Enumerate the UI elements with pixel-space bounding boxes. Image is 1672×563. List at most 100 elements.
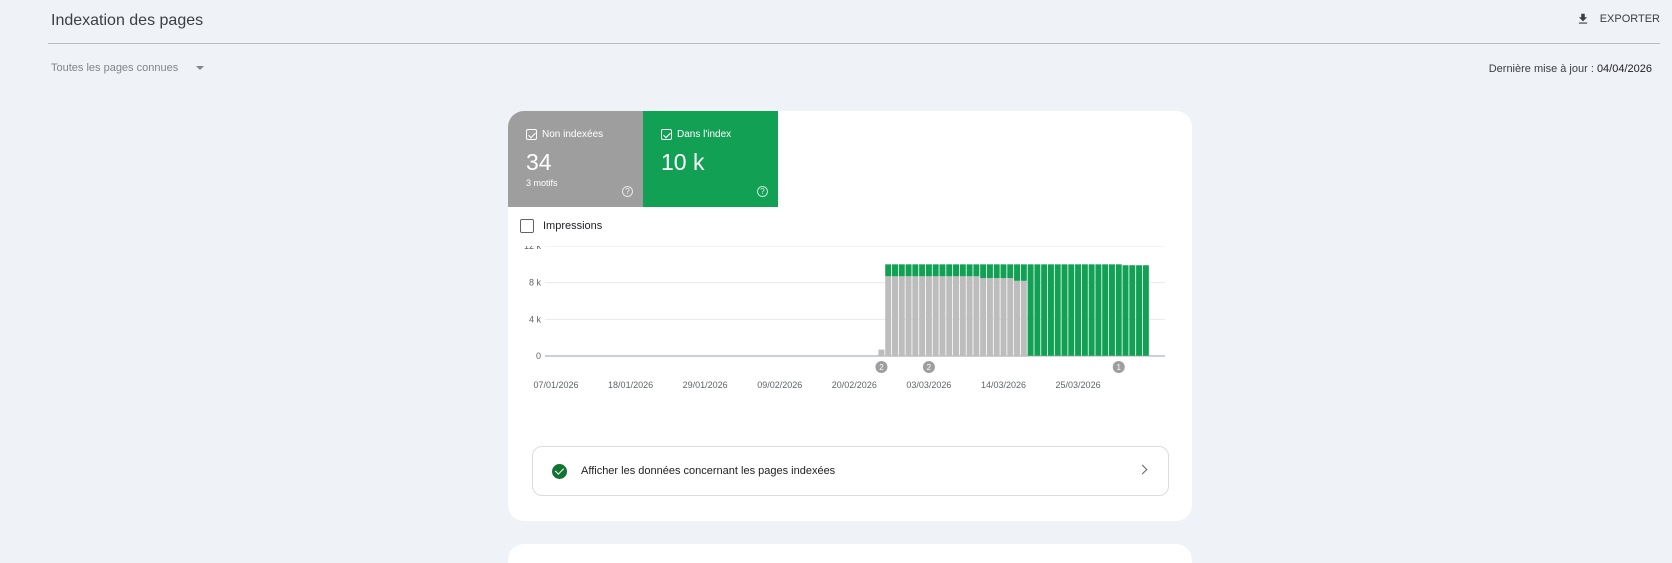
bar-indexed xyxy=(1047,264,1054,356)
bar-not-indexed xyxy=(1122,355,1129,357)
bar-not-indexed xyxy=(1136,355,1143,357)
bar-indexed xyxy=(986,264,993,279)
bar-not-indexed xyxy=(939,276,946,356)
bar-not-indexed xyxy=(905,276,912,356)
bar-not-indexed xyxy=(1088,355,1095,357)
checkbox-unchecked-icon[interactable] xyxy=(520,219,534,233)
bar-indexed xyxy=(966,264,973,277)
bar-indexed xyxy=(1000,264,1007,279)
check-circle-icon xyxy=(552,463,567,479)
bar-indexed xyxy=(1054,264,1061,356)
tile-sub: 3 motifs xyxy=(526,178,558,188)
filter-label: Toutes les pages connues xyxy=(51,62,179,74)
bar-not-indexed xyxy=(986,278,993,356)
bar-not-indexed xyxy=(1095,355,1102,357)
pages-filter-dropdown[interactable]: Toutes les pages connues xyxy=(51,62,205,74)
bar-indexed xyxy=(1142,265,1149,356)
bar-indexed xyxy=(919,264,926,277)
bar-not-indexed xyxy=(1041,355,1048,357)
bar-indexed xyxy=(939,264,946,277)
bar-not-indexed xyxy=(1142,355,1149,357)
checkbox-checked-icon[interactable] xyxy=(661,129,672,140)
bar-indexed xyxy=(892,264,898,277)
bar-indexed xyxy=(993,264,1000,279)
bar-indexed xyxy=(1122,265,1129,356)
help-icon[interactable]: ? xyxy=(622,186,633,197)
bar-not-indexed xyxy=(878,349,885,356)
bar-not-indexed xyxy=(959,276,966,356)
bar-indexed xyxy=(959,264,966,277)
header-divider xyxy=(48,43,1660,44)
bar-not-indexed xyxy=(1047,355,1054,357)
secondary-card xyxy=(508,544,1192,563)
bar-indexed xyxy=(932,264,939,277)
bar-not-indexed xyxy=(919,276,926,356)
bar-not-indexed xyxy=(1054,355,1061,357)
x-tick-label: 18/01/2026 xyxy=(608,380,653,390)
bar-not-indexed xyxy=(898,276,905,356)
bar-indexed xyxy=(1068,264,1075,356)
bar-not-indexed xyxy=(1007,278,1014,356)
bar-not-indexed xyxy=(966,276,973,356)
x-tick-label: 14/03/2026 xyxy=(981,380,1026,390)
bar-not-indexed xyxy=(1027,355,1034,357)
bar-not-indexed xyxy=(1075,355,1082,357)
bar-indexed xyxy=(1095,264,1102,356)
bar-indexed xyxy=(905,264,912,277)
bar-not-indexed xyxy=(1014,280,1021,356)
bar-not-indexed xyxy=(932,276,939,356)
x-tick-label: 09/02/2026 xyxy=(757,380,802,390)
bar-not-indexed xyxy=(1068,355,1075,357)
view-indexed-pages-link[interactable]: Afficher les données concernant les page… xyxy=(532,446,1169,496)
help-icon[interactable]: ? xyxy=(757,186,768,197)
tile-indexed[interactable]: Dans l'index 10 k ? xyxy=(643,111,778,207)
bar-not-indexed xyxy=(980,278,987,356)
bar-indexed xyxy=(1061,264,1068,356)
bar-not-indexed xyxy=(1108,355,1115,357)
bar-not-indexed xyxy=(1034,355,1041,357)
link-label: Afficher les données concernant les page… xyxy=(581,465,836,477)
x-tick-label: 03/03/2026 xyxy=(906,380,951,390)
bar-indexed xyxy=(1108,264,1115,356)
y-tick-label: 8 k xyxy=(529,278,542,288)
chevron-right-icon xyxy=(1137,464,1148,475)
bar-indexed xyxy=(973,264,980,277)
impressions-toggle[interactable]: Impressions xyxy=(520,219,602,233)
x-tick-label: 25/03/2026 xyxy=(1056,380,1101,390)
bar-not-indexed xyxy=(993,278,1000,356)
bar-indexed xyxy=(1034,264,1041,356)
bar-indexed xyxy=(925,264,932,277)
bar-indexed xyxy=(1102,264,1109,356)
bar-not-indexed xyxy=(912,276,919,356)
bar-not-indexed xyxy=(973,276,980,356)
y-tick-label: 12 k xyxy=(524,246,542,251)
bar-not-indexed xyxy=(925,276,932,356)
export-button[interactable]: EXPORTER xyxy=(1576,12,1660,26)
bar-indexed xyxy=(953,264,960,277)
bar-not-indexed xyxy=(892,276,898,356)
caret-down-icon xyxy=(196,66,205,70)
x-tick-label: 20/02/2026 xyxy=(832,380,877,390)
tile-value: 10 k xyxy=(661,149,705,175)
x-tick-label: 29/01/2026 xyxy=(683,380,728,390)
download-icon xyxy=(1578,13,1587,24)
bar-not-indexed xyxy=(1081,355,1088,357)
tile-not-indexed[interactable]: Non indexées 34 3 motifs ? xyxy=(508,111,643,207)
checkbox-checked-icon[interactable] xyxy=(526,129,537,140)
tile-value: 34 xyxy=(526,149,552,175)
bar-not-indexed xyxy=(1102,355,1109,357)
tile-label: Dans l'index xyxy=(677,129,732,140)
last-update-label: Dernière mise à jour : xyxy=(1488,63,1594,75)
y-tick-label: 4 k xyxy=(529,314,542,324)
bar-indexed xyxy=(1014,264,1021,281)
bar-indexed xyxy=(946,264,953,277)
pages-chart: Pages04 k8 k12 k07/01/202618/01/202629/0… xyxy=(524,246,1165,390)
bar-not-indexed xyxy=(1000,278,1007,356)
bar-indexed xyxy=(1088,264,1095,356)
bar-not-indexed xyxy=(885,276,892,356)
page-title: Indexation des pages xyxy=(51,12,204,29)
bar-indexed xyxy=(1041,264,1048,356)
tile-label: Non indexées xyxy=(542,129,604,140)
bar-not-indexed xyxy=(953,276,960,356)
impressions-label: Impressions xyxy=(543,220,603,232)
